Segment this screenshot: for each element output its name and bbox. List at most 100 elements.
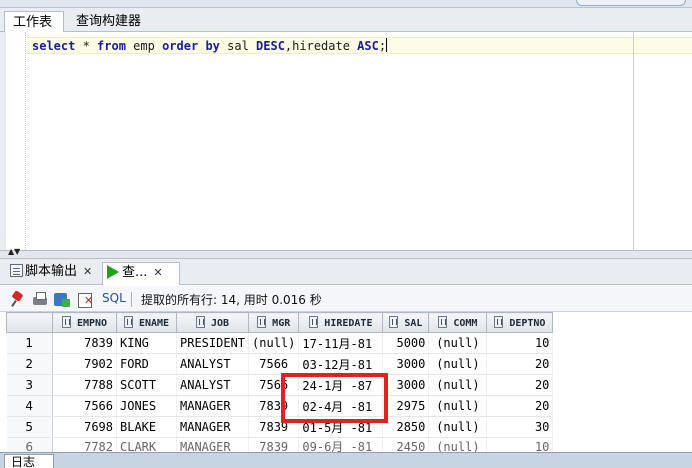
table-cell[interactable]: BLAKE xyxy=(116,416,177,438)
table-cell[interactable]: 2450 xyxy=(382,437,430,452)
close-icon[interactable]: ✕ xyxy=(83,265,92,278)
table-row[interactable]: 3 7788 SCOTT ANALYST 7566 24-1月 -87 3000 (null)… xyxy=(6,374,554,396)
table-cell[interactable]: ANALYST xyxy=(176,353,250,375)
table-cell[interactable]: 3000 xyxy=(382,374,430,396)
column-header[interactable]: COMM xyxy=(428,312,488,333)
table-cell[interactable]: 03-12月-81 xyxy=(298,353,384,375)
row-number[interactable]: 2 xyxy=(6,353,53,375)
connection-selector[interactable] xyxy=(576,0,686,6)
column-header-label: COMM xyxy=(453,318,478,329)
table-row[interactable]: 5 7698 BLAKE MANAGER 7839 01-5月 -81 2850 (null)… xyxy=(6,416,554,438)
column-header[interactable]: SAL xyxy=(382,312,430,333)
table-cell[interactable]: 10 xyxy=(486,332,554,354)
close-icon[interactable]: ✕ xyxy=(153,266,162,279)
table-cell[interactable]: 7566 xyxy=(52,395,117,417)
clear-icon[interactable] xyxy=(78,292,94,308)
row-number[interactable]: 1 xyxy=(6,332,53,354)
tab-log[interactable]: 日志 xyxy=(4,454,54,468)
table-cell[interactable]: (null) xyxy=(428,374,488,396)
table-cell[interactable]: 7698 xyxy=(52,416,117,438)
tab-query-result[interactable]: 查... ✕ xyxy=(102,262,180,285)
table-cell[interactable]: KING xyxy=(116,332,177,354)
column-header-label: JOB xyxy=(210,318,230,329)
table-cell[interactable]: 30 xyxy=(486,416,554,438)
tab-script-output[interactable]: 脚本输出 ✕ xyxy=(6,262,100,285)
table-cell[interactable]: 02-4月 -81 xyxy=(298,395,384,417)
panel-splitter[interactable]: ▲▼ xyxy=(0,248,692,259)
table-cell[interactable]: 24-1月 -87 xyxy=(298,374,384,396)
grid-header-row: EMPNO ENAME JOB MGR HIREDATE SAL COMM DE… xyxy=(6,312,554,333)
row-number[interactable]: 5 xyxy=(6,416,53,438)
table-cell[interactable]: 2975 xyxy=(382,395,430,417)
tab-worksheet-label: 工作表 xyxy=(13,15,53,30)
table-cell[interactable]: SCOTT xyxy=(116,374,177,396)
column-header[interactable]: HIREDATE xyxy=(298,312,384,333)
table-cell[interactable]: 20 xyxy=(486,353,554,375)
pin-icon[interactable] xyxy=(10,292,26,307)
sql-keyword: by xyxy=(205,39,220,53)
sort-icon xyxy=(257,316,267,328)
table-cell[interactable]: 7839 xyxy=(52,332,117,354)
text-caret xyxy=(386,38,388,52)
table-cell[interactable]: 7782 xyxy=(52,437,117,452)
sql-keyword: DESC xyxy=(256,39,285,53)
table-cell[interactable]: (null) xyxy=(428,332,488,354)
table-cell[interactable]: (null) xyxy=(248,332,300,354)
row-number[interactable]: 4 xyxy=(6,395,53,417)
table-cell[interactable]: 7839 xyxy=(248,437,300,452)
table-cell[interactable]: FORD xyxy=(116,353,177,375)
table-row[interactable]: 2 7902 FORD ANALYST 7566 03-12月-81 3000 (null) 2… xyxy=(6,353,554,375)
table-cell[interactable]: 7788 xyxy=(52,374,117,396)
table-cell[interactable]: 2850 xyxy=(382,416,430,438)
sql-statement[interactable]: select * from emp order by sal DESC,hire… xyxy=(32,38,388,54)
table-cell[interactable]: 7566 xyxy=(248,353,300,375)
export-icon[interactable] xyxy=(54,292,70,307)
column-header[interactable]: MGR xyxy=(248,312,300,333)
table-cell[interactable]: (null) xyxy=(428,437,488,452)
table-cell[interactable]: 7839 xyxy=(248,416,300,438)
table-cell[interactable]: 10 xyxy=(486,437,554,452)
column-header[interactable]: JOB xyxy=(175,312,250,333)
sql-editor[interactable]: select * from emp order by sal DESC,hire… xyxy=(0,32,692,250)
sql-button[interactable]: SQL xyxy=(102,291,126,305)
tab-query-builder[interactable]: 查询构建器 xyxy=(68,11,158,32)
result-grid[interactable]: EMPNO ENAME JOB MGR HIREDATE SAL COMM DE… xyxy=(6,312,692,452)
fetch-status: 提取的所有行: 14, 用时 0.016 秒 xyxy=(141,293,322,307)
table-cell[interactable]: 20 xyxy=(486,395,554,417)
table-cell[interactable]: JONES xyxy=(116,395,177,417)
row-number[interactable]: 6 xyxy=(6,437,53,452)
table-row[interactable]: 6 7782 CLARK MANAGER 7839 09-6月 -81 2450 (null)… xyxy=(6,437,554,452)
table-cell[interactable]: 3000 xyxy=(382,353,430,375)
table-cell[interactable]: (null) xyxy=(428,353,488,375)
table-cell[interactable]: 5000 xyxy=(382,332,430,354)
row-number[interactable]: 3 xyxy=(6,374,53,396)
table-cell[interactable]: (null) xyxy=(428,416,488,438)
table-cell[interactable]: CLARK xyxy=(116,437,177,452)
table-cell[interactable]: (null) xyxy=(428,395,488,417)
table-cell[interactable]: 7566 xyxy=(248,374,300,396)
collapse-arrows-icon[interactable]: ▲▼ xyxy=(8,248,20,256)
table-cell[interactable]: 01-5月 -81 xyxy=(298,416,384,438)
column-header[interactable]: ENAME xyxy=(116,312,177,333)
table-cell[interactable]: ANALYST xyxy=(176,374,250,396)
table-row[interactable]: 4 7566 JONES MANAGER 7839 02-4月 -81 2975 (null)… xyxy=(6,395,554,417)
column-header-label: SAL xyxy=(404,318,423,329)
table-cell[interactable]: 7902 xyxy=(52,353,117,375)
column-header-label: ENAME xyxy=(138,318,170,329)
sql-keyword: order xyxy=(162,39,199,53)
table-row[interactable]: 1 7839 KING PRESIDENT (null) 17-11月-81 5000 (nu… xyxy=(6,332,554,354)
table-cell[interactable]: PRESIDENT xyxy=(176,332,250,354)
tab-worksheet[interactable]: 工作表 xyxy=(4,11,64,32)
table-cell[interactable]: MANAGER xyxy=(176,437,250,452)
table-cell[interactable]: 20 xyxy=(486,374,554,396)
table-cell[interactable]: MANAGER xyxy=(176,395,250,417)
row-number-header xyxy=(6,312,53,333)
sort-icon xyxy=(61,316,71,328)
table-cell[interactable]: 09-6月 -81 xyxy=(298,437,384,452)
table-cell[interactable]: MANAGER xyxy=(176,416,250,438)
table-cell[interactable]: 7839 xyxy=(248,395,300,417)
column-header[interactable]: EMPNO xyxy=(52,312,117,333)
print-icon[interactable] xyxy=(32,292,48,307)
table-cell[interactable]: 17-11月-81 xyxy=(298,332,384,354)
column-header[interactable]: DEPTNO xyxy=(486,312,554,333)
